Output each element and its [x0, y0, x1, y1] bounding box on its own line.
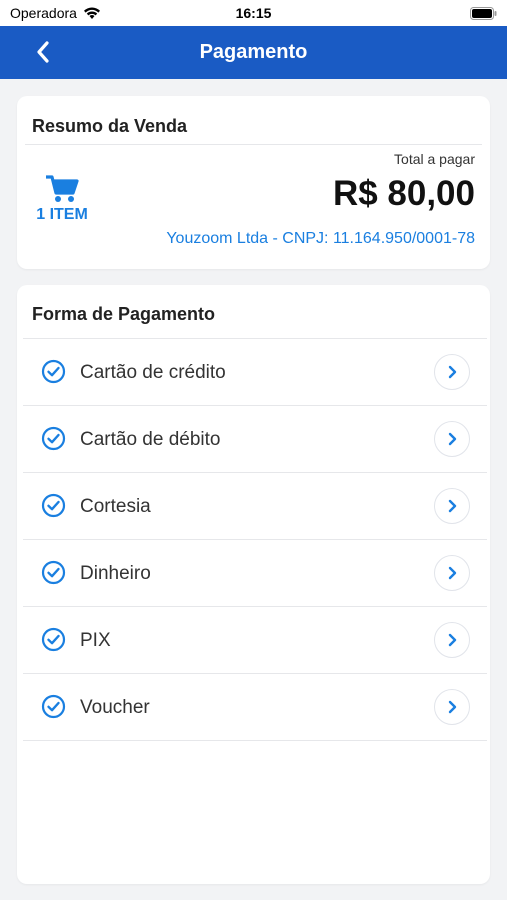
payment-method-label: Dinheiro [80, 563, 151, 584]
chevron-right-icon [448, 432, 457, 446]
payment-title: Forma de Pagamento [32, 304, 216, 324]
total-label: Total a pagar [394, 151, 475, 167]
chevron-right-icon [448, 566, 457, 580]
check-circle-icon [41, 694, 66, 719]
payment-method-label: Cartão de débito [80, 429, 221, 450]
company-info: Youzoom Ltda - CNPJ: 11.164.950/0001-78 [166, 230, 475, 247]
cart-icon [46, 175, 79, 202]
chevron-right-button[interactable] [434, 421, 470, 457]
item-count-box: 1 ITEM [31, 174, 93, 224]
check-circle-icon [41, 627, 66, 652]
item-count: 1 ITEM [36, 206, 88, 223]
divider [25, 144, 482, 145]
payment-method-list: Cartão de crédito Cartão de débito Corte… [23, 338, 487, 741]
payment-method-credit-card[interactable]: Cartão de crédito [23, 339, 487, 406]
check-circle-icon [41, 426, 66, 451]
nav-bar: Pagamento [0, 26, 507, 79]
battery-icon [470, 7, 497, 20]
payment-method-courtesy[interactable]: Cortesia [23, 473, 487, 540]
chevron-right-icon [448, 700, 457, 714]
payment-method-cash[interactable]: Dinheiro [23, 540, 487, 607]
chevron-right-button[interactable] [434, 488, 470, 524]
sale-summary-card: Resumo da Venda 1 ITEM Total a pagar R$ … [17, 96, 490, 269]
check-circle-icon [41, 560, 66, 585]
chevron-right-button[interactable] [434, 555, 470, 591]
chevron-right-button[interactable] [434, 354, 470, 390]
chevron-right-icon [448, 633, 457, 647]
summary-title: Resumo da Venda [32, 116, 188, 136]
payment-method-label: PIX [80, 630, 111, 651]
payment-method-debit-card[interactable]: Cartão de débito [23, 406, 487, 473]
chevron-right-icon [448, 499, 457, 513]
chevron-right-button[interactable] [434, 689, 470, 725]
payment-method-voucher[interactable]: Voucher [23, 674, 487, 741]
total-value: R$ 80,00 [332, 174, 475, 213]
check-circle-icon [41, 359, 66, 384]
payment-method-label: Voucher [80, 697, 150, 718]
chevron-right-button[interactable] [434, 622, 470, 658]
payment-method-label: Cartão de crédito [80, 362, 226, 383]
status-bar: Operadora 16:15 [0, 0, 507, 26]
chevron-right-icon [448, 365, 457, 379]
clock: 16:15 [235, 5, 272, 21]
payment-methods-card: Forma de Pagamento Cartão de crédito Car… [17, 285, 490, 884]
payment-method-label: Cortesia [80, 496, 151, 517]
payment-method-pix[interactable]: PIX [23, 607, 487, 674]
check-circle-icon [41, 493, 66, 518]
page-title: Pagamento [199, 41, 308, 63]
